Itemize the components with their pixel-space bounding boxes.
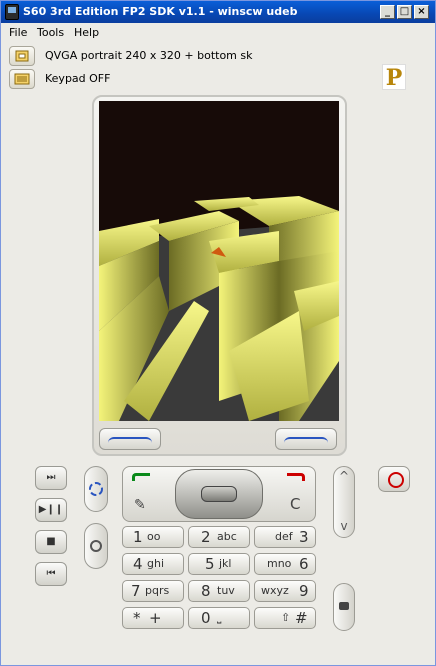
key-5[interactable]: 5 jkl	[188, 553, 250, 575]
keypad-toggle-button[interactable]	[9, 69, 35, 89]
keypad-row: Keypad OFF	[9, 69, 209, 89]
numeric-keypad: 1 oo 2 abc def 3 4 ghi 5 jkl mno 6 7 pqrs 8 tuv …	[122, 466, 316, 630]
emulator-window: S60 3rd Edition FP2 SDK v1.1 - winscw ud…	[0, 0, 436, 666]
menu-bar: File Tools Help	[1, 23, 435, 42]
key-2[interactable]: 2 abc	[188, 526, 250, 548]
menu-help[interactable]: Help	[74, 23, 99, 42]
keypad-label: Keypad OFF	[45, 72, 111, 85]
resolution-label: QVGA portrait 240 x 320 + bottom sk	[45, 49, 253, 62]
key-9[interactable]: wxyz 9	[254, 580, 316, 602]
maximize-button[interactable]: □	[397, 5, 412, 19]
volume-rocker[interactable]: ^ v	[333, 466, 355, 538]
device-screen[interactable]	[99, 101, 339, 421]
left-softkey[interactable]	[99, 428, 161, 450]
minimize-button[interactable]: _	[380, 5, 395, 19]
media-play-pause-button[interactable]: ▶❙❙	[35, 498, 67, 522]
right-softkey[interactable]	[275, 428, 337, 450]
media-next-button[interactable]: ⏭	[35, 466, 67, 490]
platform-logo: P	[382, 64, 406, 91]
title-bar: S60 3rd Edition FP2 SDK v1.1 - winscw ud…	[1, 1, 435, 23]
key-7[interactable]: 7 pqrs	[122, 580, 184, 602]
key-8[interactable]: 8 tuv	[188, 580, 250, 602]
key-star[interactable]: * +	[122, 607, 184, 629]
keypad-icon	[14, 73, 30, 85]
resolution-toggle-button[interactable]	[9, 46, 35, 66]
menu-file[interactable]: File	[9, 23, 27, 42]
close-button[interactable]: ×	[414, 5, 429, 19]
media-previous-button[interactable]: ⏮	[35, 562, 67, 586]
camera-key[interactable]	[333, 583, 355, 631]
volume-up-key[interactable]: ^	[334, 469, 354, 483]
key-1[interactable]: 1 oo	[122, 526, 184, 548]
key-3[interactable]: def 3	[254, 526, 316, 548]
menu-tools[interactable]: Tools	[37, 23, 64, 42]
window-title: S60 3rd Edition FP2 SDK v1.1 - winscw ud…	[23, 5, 298, 18]
screen-icon	[15, 50, 29, 62]
maze-3d-view	[99, 101, 339, 421]
key-hash[interactable]: ⇧ #	[254, 607, 316, 629]
menu-key[interactable]	[84, 523, 108, 569]
key-0[interactable]: 0 ⎵	[188, 607, 250, 629]
volume-down-key[interactable]: v	[334, 519, 354, 533]
menu-icon	[90, 540, 102, 552]
power-key[interactable]	[378, 466, 410, 492]
key-6[interactable]: mno 6	[254, 553, 316, 575]
app-icon	[5, 4, 19, 20]
multimedia-icon	[89, 482, 103, 496]
key-4[interactable]: 4 ghi	[122, 553, 184, 575]
resolution-row: QVGA portrait 240 x 320 + bottom sk	[9, 46, 269, 66]
multimedia-key[interactable]	[84, 466, 108, 512]
media-stop-button[interactable]: ■	[35, 530, 67, 554]
